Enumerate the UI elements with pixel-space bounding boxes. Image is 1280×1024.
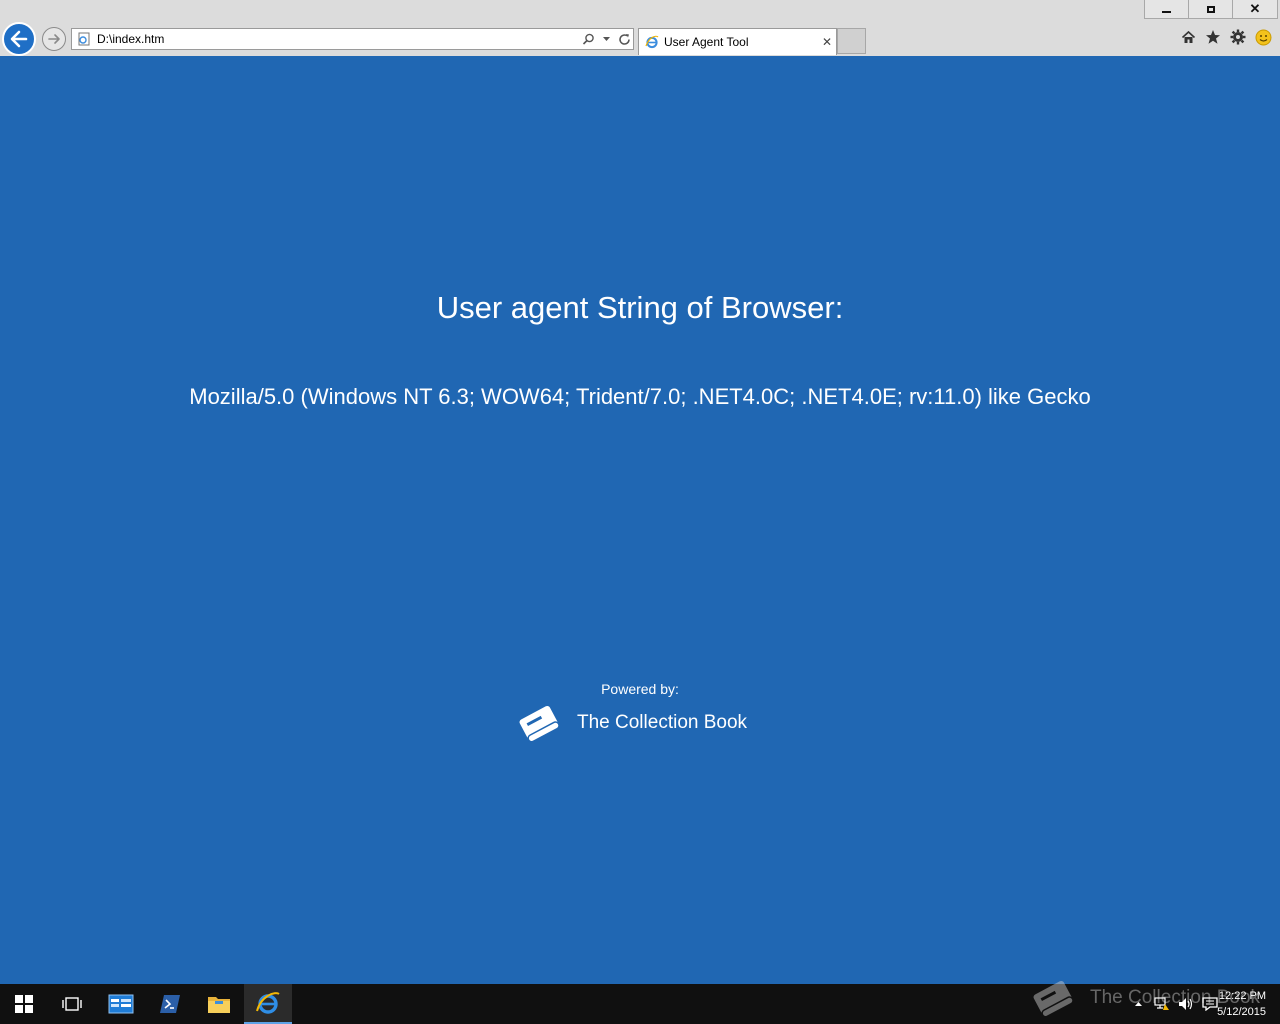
speaker-icon[interactable]: [1178, 996, 1194, 1012]
task-view-button[interactable]: [48, 984, 96, 1024]
brand-link[interactable]: The Collection Book: [514, 699, 747, 747]
taskbar: The Collection Book 12:22 PM 5/12/2015: [0, 980, 1280, 1024]
close-window-button[interactable]: ✕: [1232, 0, 1278, 19]
folder-icon: [208, 997, 230, 1013]
toolbar-icons: [1179, 28, 1272, 46]
minimize-icon: [1162, 11, 1171, 13]
server-manager-icon: [108, 994, 134, 1014]
tab-title: User Agent Tool: [664, 35, 749, 49]
window-controls: ✕: [1144, 0, 1278, 20]
task-view-icon: [62, 997, 82, 1011]
dropdown-icon[interactable]: [597, 30, 615, 48]
notifications-icon[interactable]: [1202, 996, 1218, 1012]
smiley-icon[interactable]: [1254, 28, 1272, 46]
minimize-button[interactable]: [1144, 0, 1189, 19]
ie-icon: [645, 35, 659, 49]
close-icon: ✕: [1249, 1, 1261, 16]
page-heading: User agent String of Browser:: [436, 290, 844, 325]
restore-icon: [1206, 5, 1215, 13]
browser-chrome: ✕ D:\index.htm User Agent Tool ✕: [0, 0, 1280, 57]
gear-icon[interactable]: [1229, 28, 1247, 46]
taskbar-clock[interactable]: 12:22 PM 5/12/2015: [1217, 988, 1266, 1020]
server-manager-button[interactable]: [97, 984, 145, 1024]
tray-up-icon[interactable]: [1130, 996, 1146, 1012]
brand-name: The Collection Book: [577, 712, 748, 733]
forward-button[interactable]: [42, 27, 66, 51]
browser-tab[interactable]: User Agent Tool ✕: [638, 28, 837, 55]
back-arrow-icon: [10, 30, 28, 48]
tab-close-icon[interactable]: ✕: [818, 35, 836, 49]
powershell-icon: [160, 995, 180, 1013]
back-button[interactable]: [2, 22, 36, 56]
page-content: User agent String of Browser: Mozilla/5.…: [0, 56, 1280, 984]
clock-time: 12:22 PM: [1218, 990, 1266, 1002]
star-icon[interactable]: [1204, 28, 1222, 46]
forward-arrow-icon: [48, 34, 60, 44]
internet-explorer-button[interactable]: [244, 984, 292, 1024]
search-icon[interactable]: [579, 30, 597, 48]
start-button[interactable]: [0, 984, 48, 1024]
restore-button[interactable]: [1188, 0, 1233, 19]
system-tray: [1130, 984, 1218, 1024]
address-bar[interactable]: D:\index.htm: [71, 28, 634, 50]
book-icon: [519, 705, 560, 743]
page-icon: [78, 32, 90, 46]
book-icon: [1033, 980, 1074, 1018]
powered-by-label: Powered by:: [601, 681, 679, 697]
windows-icon: [15, 995, 33, 1013]
ie-icon: [256, 992, 280, 1014]
file-explorer-button[interactable]: [195, 984, 243, 1024]
address-url[interactable]: D:\index.htm: [97, 32, 579, 46]
refresh-icon[interactable]: [615, 30, 633, 48]
network-icon[interactable]: [1154, 996, 1170, 1012]
new-tab-button[interactable]: [837, 28, 866, 54]
powershell-button[interactable]: [146, 984, 194, 1024]
clock-date: 5/12/2015: [1217, 1006, 1266, 1018]
home-icon[interactable]: [1179, 28, 1197, 46]
user-agent-string: Mozilla/5.0 (Windows NT 6.3; WOW64; Trid…: [189, 384, 1091, 409]
